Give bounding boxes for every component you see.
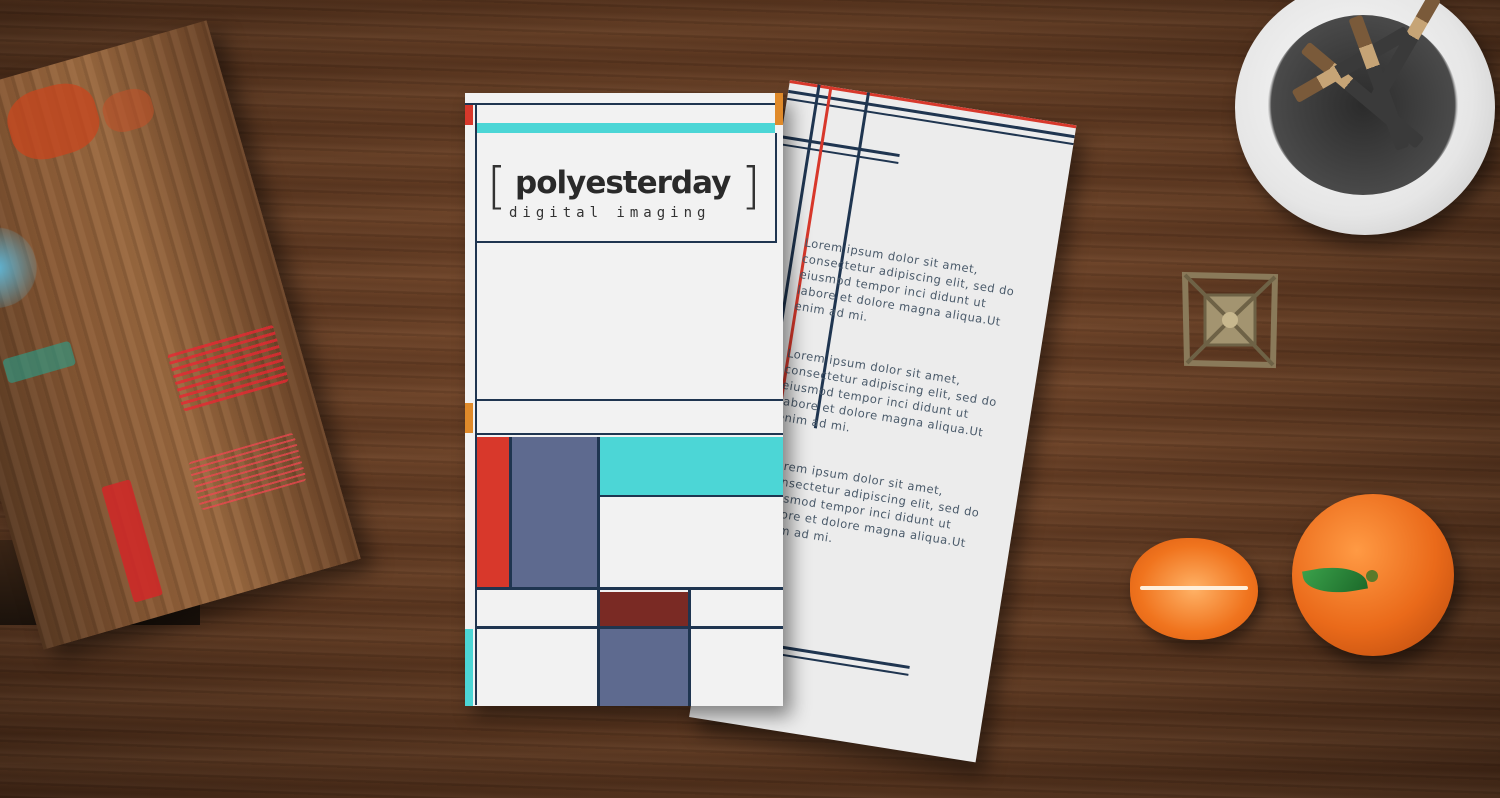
orange-stem-icon [1366,570,1378,582]
paint-streak-teal [2,340,77,384]
desk-scene: Lorem ipsum dolor sit amet, consectetur … [0,0,1500,798]
front-top-navy-line [465,103,783,105]
front-rule-v3 [688,590,691,706]
front-rule-h4 [475,587,783,590]
paint-streak-pink [187,432,308,511]
front-logo-bottom-rule [475,241,775,243]
front-left-navy-rule [475,105,477,705]
eiffel-tower-figurine-icon [1181,271,1279,369]
front-maroon-block [600,592,688,626]
front-mid-rule-2 [475,433,783,435]
front-rule-v1 [509,437,512,587]
front-mid-rule-1 [475,399,783,401]
orange-half-slice-icon [1130,538,1258,640]
logo-left-bracket: [ [487,157,507,215]
paint-splatter-orange [0,75,107,168]
paint-streak-red [166,323,290,412]
front-red-block [477,437,509,587]
front-slate-block-2 [600,629,688,706]
back-paragraph-3: Lorem ipsum dolor sit amet, consectetur … [758,456,981,551]
front-top-red-accent [465,105,473,125]
logo-subtitle: digital imaging [509,205,711,221]
front-mid-orange-accent [465,403,473,433]
paint-streak-red-vertical [101,479,164,603]
paint-splatter-blue [0,218,46,318]
front-bottom-teal-accent [465,629,473,706]
front-top-teal-band [475,123,775,133]
back-paragraph-1: Lorem ipsum dolor sit amet, consectetur … [793,235,1016,329]
orange-fruit-icon [1292,494,1454,656]
back-paragraph-2: Lorem ipsum dolor sit amet, consectetur … [776,346,998,440]
front-slate-block-1 [512,437,597,587]
logo-right-bracket: ] [741,157,761,215]
back-top-navy-line-1 [787,89,1075,139]
orange-segment-line [1140,586,1248,590]
paint-splatter-orange-small [98,84,158,137]
orange-leaf-icon [1302,560,1368,600]
wood-block-icon [0,20,361,650]
front-top-orange-accent [775,93,783,125]
brochure-front-panel: [ polyesterday ] digital imaging [465,93,783,706]
pencil-cup-icon [1235,0,1495,235]
front-teal-block [599,437,783,495]
front-logo-right-rule [775,133,777,243]
front-rule-h3 [599,495,783,497]
logo-wordmark: polyesterday [515,165,731,201]
